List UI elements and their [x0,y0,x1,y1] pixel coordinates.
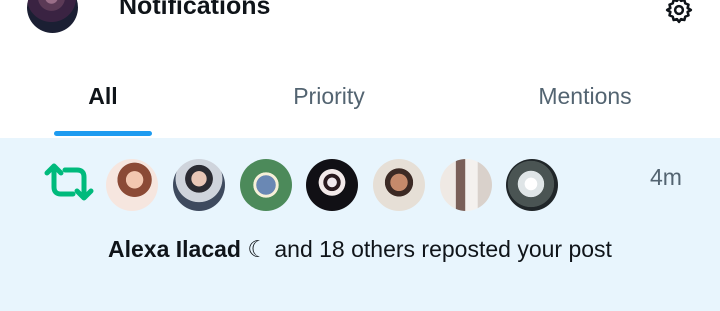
repost-icon [44,163,94,201]
tab-priority-label: Priority [293,83,365,109]
avatar[interactable] [506,159,558,211]
profile-avatar[interactable] [27,0,78,33]
notification-timestamp: 4m [650,164,682,190]
settings-button[interactable] [664,0,694,25]
tab-all-label: All [88,83,118,109]
user-name[interactable]: Alexa Ilacad ☾ [108,236,268,262]
tab-all[interactable]: All [40,58,166,138]
avatar[interactable] [106,159,158,211]
notification-message: Alexa Ilacad ☾ and 18 others reposted yo… [108,233,648,266]
avatar[interactable] [373,159,425,211]
notification-tabs: All Priority Mentions [0,58,720,138]
gear-icon [665,0,693,24]
avatar[interactable] [440,159,492,211]
avatar[interactable] [306,159,358,211]
notifications-header: Notifications [0,0,720,58]
repost-notification[interactable]: 4m Alexa Ilacad ☾ and 18 others reposted… [0,138,720,311]
page-title: Notifications [119,0,271,20]
avatar[interactable] [173,159,225,211]
avatar[interactable] [240,159,292,211]
active-tab-indicator [54,131,152,136]
notification-text: and 18 others reposted your post [267,236,612,262]
tab-priority[interactable]: Priority [264,58,394,138]
tab-mentions-label: Mentions [538,83,632,109]
tab-mentions[interactable]: Mentions [520,58,650,138]
